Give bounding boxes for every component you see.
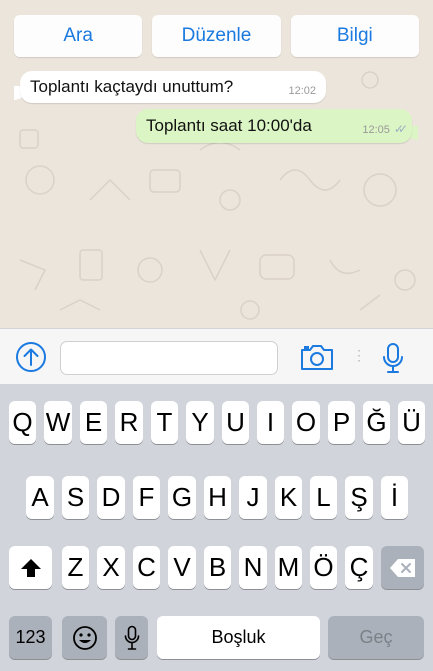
message-input-bar: ⋮	[0, 328, 433, 385]
key-o[interactable]: O	[292, 401, 320, 444]
key-m[interactable]: M	[275, 546, 302, 589]
emoji-key[interactable]	[62, 616, 107, 659]
key-c-cedilla[interactable]: Ç	[345, 546, 373, 589]
key-s[interactable]: S	[62, 476, 89, 519]
key-h[interactable]: H	[204, 476, 231, 519]
microphone-icon[interactable]	[380, 341, 406, 375]
message-time: 12:02	[288, 85, 316, 97]
key-v[interactable]: V	[168, 546, 196, 589]
key-u-umlaut[interactable]: Ü	[398, 401, 425, 444]
numbers-key[interactable]: 123	[9, 616, 52, 659]
key-e[interactable]: E	[80, 401, 107, 444]
key-p[interactable]: P	[328, 401, 355, 444]
key-j[interactable]: J	[239, 476, 267, 519]
microphone-icon	[124, 625, 139, 650]
message-input[interactable]	[60, 341, 278, 375]
key-d[interactable]: D	[97, 476, 125, 519]
call-button[interactable]: Ara	[14, 15, 143, 57]
delete-key[interactable]	[381, 546, 424, 589]
return-key[interactable]: Geç	[328, 616, 424, 659]
key-l[interactable]: L	[310, 476, 337, 519]
dictation-key[interactable]	[115, 616, 148, 659]
camera-icon[interactable]	[299, 341, 335, 373]
chat-area: Ara Düzenle Bilgi Toplantı kaçtaydı unut…	[0, 0, 433, 328]
key-i[interactable]: I	[257, 401, 284, 444]
key-c[interactable]: C	[133, 546, 160, 589]
message-time: 12:05	[362, 124, 390, 136]
key-z[interactable]: Z	[62, 546, 89, 589]
key-w[interactable]: W	[44, 401, 72, 444]
key-o-umlaut[interactable]: Ö	[310, 546, 337, 589]
keyboard: Q W E R T Y U I O P Ğ Ü A S D F G H J K …	[0, 384, 433, 671]
key-a[interactable]: A	[26, 476, 54, 519]
shift-icon	[20, 558, 41, 577]
outgoing-message[interactable]: Toplantı saat 10:00'da 12:05 ✓✓	[136, 109, 412, 143]
key-i-dotted[interactable]: İ	[381, 476, 408, 519]
key-q[interactable]: Q	[9, 401, 36, 444]
key-u[interactable]: U	[222, 401, 249, 444]
key-r[interactable]: R	[115, 401, 143, 444]
key-s-cedilla[interactable]: Ş	[345, 476, 373, 519]
key-f[interactable]: F	[133, 476, 160, 519]
conversation-actions: Ara Düzenle Bilgi	[14, 15, 419, 57]
key-k[interactable]: K	[275, 476, 302, 519]
divider: ⋮	[352, 347, 366, 363]
incoming-message[interactable]: Toplantı kaçtaydı unuttum? 12:02	[20, 71, 326, 103]
key-n[interactable]: N	[239, 546, 267, 589]
space-key[interactable]: Boşluk	[157, 616, 320, 659]
key-b[interactable]: B	[204, 546, 231, 589]
shift-key[interactable]	[9, 546, 52, 589]
key-y[interactable]: Y	[186, 401, 214, 444]
key-x[interactable]: X	[97, 546, 125, 589]
arrow-up-circle-icon[interactable]	[14, 340, 48, 374]
message-text: Toplantı saat 10:00'da	[146, 116, 312, 135]
edit-button[interactable]: Düzenle	[152, 15, 281, 57]
message-text: Toplantı kaçtaydı unuttum?	[30, 77, 234, 96]
key-t[interactable]: T	[151, 401, 178, 444]
emoji-icon	[72, 625, 97, 650]
backspace-icon	[389, 558, 415, 577]
key-g-breve[interactable]: Ğ	[363, 401, 390, 444]
key-g[interactable]: G	[168, 476, 196, 519]
read-double-check-icon: ✓✓	[393, 122, 408, 136]
info-button[interactable]: Bilgi	[290, 15, 419, 57]
